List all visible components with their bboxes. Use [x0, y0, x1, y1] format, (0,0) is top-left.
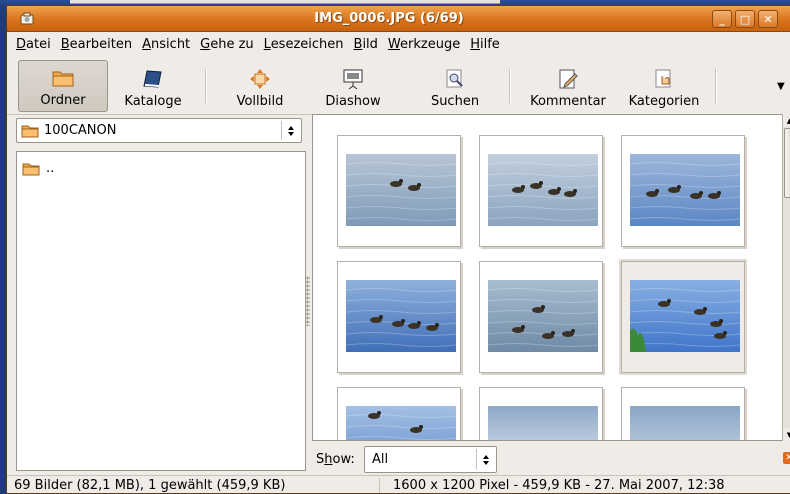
- menu-edit[interactable]: Bearbeiten: [56, 33, 137, 57]
- list-item[interactable]: ..: [22, 161, 54, 176]
- folders-button[interactable]: Ordner: [18, 60, 108, 112]
- menu-go[interactable]: Gehe zu: [195, 33, 259, 57]
- minimize-button[interactable]: _: [712, 10, 732, 28]
- photo-preview: [630, 280, 740, 352]
- show-filter-label: Show:: [316, 452, 355, 467]
- image-info: 1600 x 1200 Pixel - 459,9 KB - 27. Mai 2…: [393, 478, 725, 493]
- title-bar[interactable]: IMG_0006.JPG (6/69) _ □ ✕: [7, 6, 790, 32]
- close-icon: ✕: [763, 12, 773, 26]
- book-icon: [141, 68, 165, 90]
- menu-image[interactable]: Bild: [349, 33, 383, 57]
- minimize-icon: _: [719, 12, 725, 26]
- menu-help[interactable]: Hilfe: [465, 33, 505, 57]
- menu-tools[interactable]: Werkzeuge: [383, 33, 465, 57]
- folder-name: ..: [46, 161, 55, 176]
- show-filter-select[interactable]: All: [364, 446, 497, 473]
- status-separator: [379, 478, 380, 493]
- close-icon: ✕: [785, 453, 790, 463]
- scroll-down-icon[interactable]: ▼: [783, 428, 790, 441]
- toolbar-separator: [715, 69, 716, 103]
- folder-icon: [22, 163, 40, 175]
- background-window-edge: [70, 0, 500, 4]
- thumbnail[interactable]: [479, 261, 603, 373]
- window-controls: _ □ ✕: [712, 10, 778, 28]
- pane-splitter-handle[interactable]: [306, 276, 310, 326]
- photo-preview: [488, 406, 598, 440]
- menu-file[interactable]: Datei: [11, 33, 56, 57]
- photo-preview: [488, 154, 598, 226]
- toolbar-separator: [205, 69, 206, 103]
- slideshow-button[interactable]: Diashow: [315, 60, 391, 112]
- photo-preview: [346, 280, 456, 352]
- photo-preview: [630, 406, 740, 440]
- search-icon: [443, 68, 467, 90]
- updown-arrow-icon: [281, 121, 299, 140]
- status-bar: 69 Bilder (82,1 MB), 1 gewählt (459,9 KB…: [7, 475, 790, 493]
- maximize-icon: □: [739, 12, 751, 26]
- application-window: IMG_0006.JPG (6/69) _ □ ✕ Datei Bearbeit…: [6, 5, 790, 494]
- toolbar-overflow-button[interactable]: ▼: [777, 81, 785, 92]
- menu-view[interactable]: Ansicht: [137, 33, 195, 57]
- photo-preview: [346, 406, 456, 440]
- toolbar: Ordner Kataloge Vollbild Diashow Suchen: [7, 57, 790, 115]
- fullscreen-icon: [248, 68, 272, 90]
- thumbnail[interactable]: [337, 135, 461, 247]
- thumbnail[interactable]: [479, 387, 603, 440]
- menu-bookmarks[interactable]: Lesezeichen: [259, 33, 349, 57]
- thumbnail[interactable]: [621, 387, 745, 440]
- filter-close-button[interactable]: ✕: [783, 452, 790, 464]
- thumbnail-grid: [312, 114, 790, 441]
- folder-list[interactable]: ..: [16, 151, 306, 471]
- thumbnail-scrollbar[interactable]: ▲ ▼: [782, 114, 790, 441]
- comment-button[interactable]: Kommentar: [519, 60, 617, 112]
- categories-icon: [652, 68, 676, 90]
- close-button[interactable]: ✕: [758, 10, 778, 28]
- folder-icon: [51, 67, 75, 89]
- slideshow-icon: [341, 68, 365, 90]
- selection-summary: 69 Bilder (82,1 MB), 1 gewählt (459,9 KB…: [14, 478, 286, 493]
- categories-button[interactable]: Kategorien: [621, 60, 707, 112]
- thumbnail[interactable]: [619, 259, 747, 375]
- photo-preview: [630, 154, 740, 226]
- search-button[interactable]: Suchen: [421, 60, 489, 112]
- thumbnail[interactable]: [621, 135, 745, 247]
- photo-preview: [488, 280, 598, 352]
- comment-icon: [556, 68, 580, 90]
- maximize-button[interactable]: □: [735, 10, 755, 28]
- show-filter-value: All: [372, 452, 389, 467]
- catalogs-button[interactable]: Kataloge: [115, 60, 191, 112]
- fullscreen-button[interactable]: Vollbild: [225, 60, 295, 112]
- chevron-down-icon: ▼: [777, 81, 785, 92]
- thumbnail[interactable]: [479, 135, 603, 247]
- window-title: IMG_0006.JPG (6/69): [314, 11, 464, 26]
- scroll-up-icon[interactable]: ▲: [783, 114, 790, 127]
- folder-location-select[interactable]: 100CANON: [16, 118, 302, 143]
- folder-select-value: 100CANON: [44, 123, 117, 138]
- menu-bar: Datei Bearbeiten Ansicht Gehe zu Lesezei…: [7, 33, 790, 57]
- toolbar-separator: [509, 69, 510, 103]
- updown-arrow-icon: [476, 449, 494, 470]
- folder-icon: [21, 125, 39, 137]
- thumbnail[interactable]: [337, 387, 461, 440]
- photo-preview: [346, 154, 456, 226]
- thumbnail[interactable]: [337, 261, 461, 373]
- scrollbar-thumb[interactable]: [784, 128, 790, 198]
